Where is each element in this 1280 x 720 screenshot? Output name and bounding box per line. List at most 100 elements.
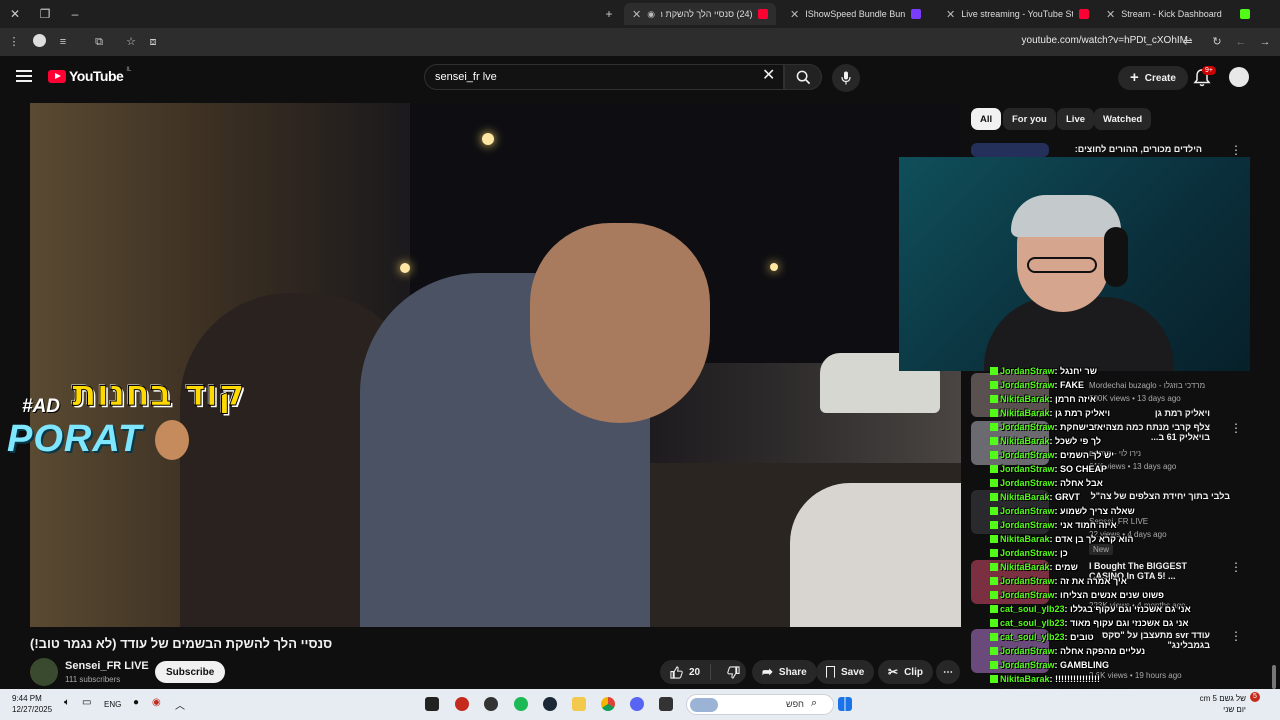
minimize-window-icon[interactable]: –: [60, 0, 90, 28]
menu-icon[interactable]: [16, 70, 32, 82]
new-tab-button[interactable]: +: [594, 0, 624, 28]
chat-username[interactable]: JordanStraw: [1000, 366, 1055, 376]
page-scrollbar[interactable]: [1272, 665, 1276, 689]
taskbar-clock[interactable]: 9:44 PM 12/27/2025: [12, 693, 52, 715]
chat-text: GAMBLING: [1060, 660, 1110, 670]
save-button[interactable]: Save: [816, 660, 875, 684]
chat-username[interactable]: JordanStraw: [1000, 422, 1055, 432]
chip-for-you[interactable]: For you: [1003, 108, 1056, 130]
dark-app-icon[interactable]: [484, 697, 498, 711]
search-input[interactable]: sensei_fr lve: [424, 64, 784, 90]
dislike-button[interactable]: [717, 665, 750, 679]
create-button[interactable]: + Create: [1118, 66, 1188, 90]
chat-username[interactable]: NikitaBarak: [1000, 408, 1050, 418]
mic-tray-icon[interactable]: ●: [133, 697, 147, 711]
windows-start-icon[interactable]: [838, 697, 852, 711]
network-icon[interactable]: ▭: [82, 697, 96, 711]
channel-avatar[interactable]: [30, 658, 58, 686]
chat-username[interactable]: cat_soul_ylb23: [1000, 632, 1065, 642]
security-tray-icon[interactable]: ◉: [152, 697, 166, 711]
chat-username[interactable]: NikitaBarak: [1000, 674, 1050, 684]
chip-all[interactable]: All: [971, 108, 1002, 130]
tab-youtube-studio[interactable]: ✕ Live streaming - YouTube Studio: [938, 3, 1098, 25]
channel-name[interactable]: Sensei_FR LIVE: [65, 660, 149, 672]
task-view-icon[interactable]: [659, 697, 673, 711]
bookmark-star-icon[interactable]: ☆: [123, 34, 139, 50]
share-icon: ➦: [762, 664, 773, 679]
like-button[interactable]: 20: [660, 664, 712, 680]
profile-icon[interactable]: [31, 34, 47, 50]
chat-username[interactable]: NikitaBarak: [1000, 534, 1050, 544]
tab-title: Live streaming - YouTube Studio: [961, 9, 1073, 19]
chat-username[interactable]: JordanStraw: [1000, 576, 1055, 586]
close-icon[interactable]: ✕: [946, 8, 955, 21]
screenshot-icon[interactable]: ⧈: [145, 34, 161, 50]
spotify-icon[interactable]: [514, 697, 528, 711]
chat-username[interactable]: JordanStraw: [1000, 478, 1055, 488]
chat-text: GRVT: [1055, 492, 1080, 502]
video-player[interactable]: [30, 103, 961, 627]
chat-username[interactable]: NikitaBarak: [1000, 436, 1050, 446]
chat-username[interactable]: JordanStraw: [1000, 548, 1055, 558]
discord-icon[interactable]: [630, 697, 644, 711]
steam-icon[interactable]: [543, 697, 557, 711]
chat-username[interactable]: JordanStraw: [1000, 450, 1055, 460]
chat-username[interactable]: JordanStraw: [1000, 646, 1055, 656]
clear-search-icon[interactable]: ✕: [762, 68, 775, 84]
tab-ishowspeed[interactable]: ✕ IShowSpeed Bundle Bundle: [782, 3, 932, 25]
video-scene-light: [770, 263, 778, 271]
share-button[interactable]: ➦ Share: [752, 660, 817, 684]
more-actions-button[interactable]: ⋯: [936, 660, 960, 684]
weather-widget[interactable]: של גשם 5 cm יום שני: [1196, 693, 1246, 715]
chat-text: שר יחנגל: [1060, 366, 1097, 376]
voice-search-button[interactable]: [832, 64, 860, 92]
file-explorer-icon[interactable]: [572, 697, 586, 711]
youtube-logo[interactable]: YouTube IL: [48, 67, 131, 84]
reload-icon[interactable]: ↻: [1209, 34, 1225, 50]
close-icon[interactable]: ✕: [1106, 8, 1115, 21]
account-avatar[interactable]: [1229, 67, 1249, 87]
search-button[interactable]: [784, 64, 822, 90]
speaker-icon[interactable]: 🔈︎: [64, 697, 78, 711]
more-options-icon[interactable]: ⋮: [1230, 143, 1242, 157]
recommendation-thumbnail[interactable]: [971, 143, 1049, 157]
close-window-icon[interactable]: ✕: [0, 0, 30, 28]
chip-live[interactable]: Live: [1057, 108, 1095, 130]
subscribe-button[interactable]: Subscribe: [155, 661, 226, 683]
kick-badge-icon: [990, 451, 998, 459]
close-icon[interactable]: ✕: [632, 8, 641, 21]
chat-username[interactable]: cat_soul_ylb23: [1000, 618, 1065, 628]
language-indicator[interactable]: ENG: [104, 700, 121, 709]
chat-username[interactable]: NikitaBarak: [1000, 492, 1050, 502]
site-settings-icon[interactable]: ⇌: [1180, 34, 1196, 50]
restore-window-icon[interactable]: ❐: [30, 0, 60, 28]
show-hidden-icons-icon[interactable]: ︿: [175, 697, 189, 712]
chat-username[interactable]: JordanStraw: [1000, 520, 1055, 530]
forward-icon[interactable]: ←: [1233, 34, 1249, 50]
chrome-icon[interactable]: [601, 697, 615, 711]
extensions-icon[interactable]: ⧉: [91, 34, 107, 50]
red-app-icon[interactable]: [455, 697, 469, 711]
search-icon: [796, 70, 810, 84]
tab-kick-dashboard[interactable]: ✕ Stream - Kick Dashboard: [1098, 3, 1258, 25]
chat-username[interactable]: JordanStraw: [1000, 660, 1055, 670]
epic-games-icon[interactable]: [425, 697, 439, 711]
reading-list-icon[interactable]: ≡: [55, 34, 71, 50]
chat-username[interactable]: NikitaBarak: [1000, 562, 1050, 572]
url-field[interactable]: youtube.com/watch?v=hPDt_cXOhIM: [1022, 35, 1188, 46]
close-icon[interactable]: ✕: [790, 8, 799, 21]
recommendation-title[interactable]: הילדים מכורים, ההורים לחוצים:: [1052, 144, 1202, 154]
clip-button[interactable]: ✂ Clip: [878, 660, 933, 684]
chip-watched[interactable]: Watched: [1094, 108, 1152, 130]
chat-message: NikitaBarak: שמים: [990, 562, 1078, 572]
chat-username[interactable]: JordanStraw: [1000, 464, 1055, 474]
back-icon[interactable]: →: [1257, 34, 1273, 50]
more-menu-icon[interactable]: ⋮: [6, 34, 22, 50]
chat-username[interactable]: JordanStraw: [1000, 506, 1055, 516]
chat-username[interactable]: cat_soul_ylb23: [1000, 604, 1065, 614]
tab-youtube-video[interactable]: ✕ ◉ (24) סנסיי הלך להשקת הב...: [624, 3, 776, 25]
chat-username[interactable]: JordanStraw: [1000, 380, 1055, 390]
chat-username[interactable]: JordanStraw: [1000, 590, 1055, 600]
chat-username[interactable]: NikitaBarak: [1000, 394, 1050, 404]
video-scene-person: [790, 483, 961, 627]
